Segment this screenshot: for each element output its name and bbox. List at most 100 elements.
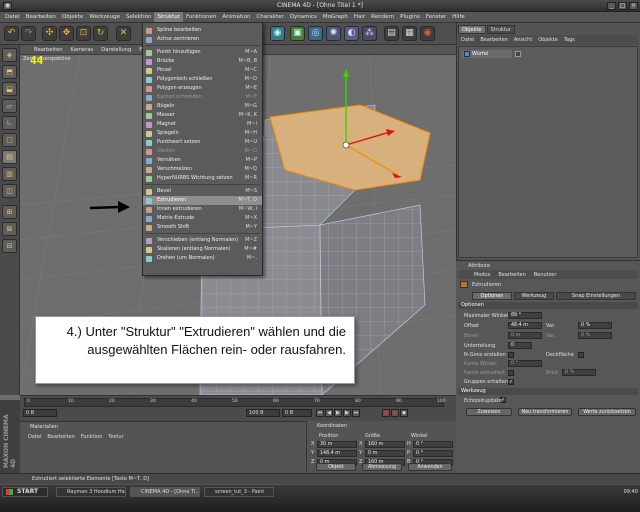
- visibility-dots-icon[interactable]: [515, 51, 521, 57]
- go-start-icon[interactable]: ⏮: [316, 409, 324, 417]
- deformer-icon[interactable]: ◐: [344, 26, 359, 41]
- scale-icon[interactable]: ⊡: [76, 26, 91, 41]
- menu-item-polygonloch-schließen[interactable]: Polygonloch schließen M~D: [143, 75, 262, 84]
- viewport-menu-darstellung[interactable]: Darstellung: [97, 47, 135, 53]
- coord-angle-p[interactable]: 0 °: [413, 450, 453, 457]
- y-axis-arrow-icon[interactable]: [343, 69, 349, 77]
- attribute-menu-benutzer[interactable]: Benutzer: [530, 272, 561, 278]
- live-selection-icon[interactable]: ✣: [42, 26, 57, 41]
- coord-position-x[interactable]: 30 m: [317, 441, 357, 448]
- bevel-field[interactable]: 0 m: [508, 332, 542, 339]
- timeline-ruler[interactable]: 0 10 20 30 40 50 60 70 80 90 100: [24, 398, 446, 407]
- menu-bearbeiten[interactable]: Bearbeiten: [23, 12, 59, 23]
- attribute-menu-bearbeiten[interactable]: Bearbeiten: [494, 272, 529, 278]
- x-axis-lock-icon[interactable]: ✕: [116, 26, 131, 41]
- materials-menu-textur[interactable]: Textur: [108, 434, 123, 440]
- menu-animation[interactable]: Animation: [219, 12, 253, 23]
- move-icon[interactable]: ✥: [59, 26, 74, 41]
- menu-item-innen-extrudieren[interactable]: Innen extrudieren M~W, I: [143, 205, 262, 214]
- tab-objekte[interactable]: Objekte: [458, 25, 486, 34]
- workplane-icon[interactable]: ⊠: [2, 222, 17, 236]
- edge-angle-field[interactable]: 0 °: [508, 360, 542, 367]
- coord-size-x[interactable]: 160 m: [365, 441, 405, 448]
- menu-item-spline-bearbeiten[interactable]: Spline bearbeiten: [143, 26, 262, 35]
- reset-values-button[interactable]: Werte zurücksetzen: [578, 408, 636, 416]
- play-icon[interactable]: ▶: [334, 409, 342, 417]
- menu-item-skalieren-entlang-normalen[interactable]: Skalieren (entlang Normalen) M~#: [143, 245, 262, 254]
- var2-field[interactable]: 0 %: [578, 332, 612, 339]
- materials-menu-datei[interactable]: Datei: [28, 434, 41, 440]
- menu-selektion[interactable]: Selektion: [123, 12, 155, 23]
- keyframe-icon[interactable]: ◆: [400, 409, 408, 417]
- locked-workplane-icon[interactable]: ⊟: [2, 239, 17, 253]
- object-menu-datei[interactable]: Datei: [458, 37, 477, 43]
- rotate-icon[interactable]: ↻: [93, 26, 108, 41]
- task-paint[interactable]: screen_tut_3 - Paint: [204, 487, 274, 497]
- coord-dimension-select[interactable]: Abmessung: [362, 463, 402, 471]
- particle-icon[interactable]: ✺: [326, 26, 341, 41]
- menu-item-bevel[interactable]: Bevel M~S: [143, 187, 262, 196]
- task-rayman[interactable]: Rayman 3 Hoodlum Ha...: [56, 487, 126, 497]
- menu-item-extrudieren[interactable]: Extrudieren M~T, D: [143, 196, 262, 205]
- subdivision-field[interactable]: 0: [508, 342, 532, 349]
- menu-item-magnet[interactable]: Magnet M~I: [143, 120, 262, 129]
- use-object-axis-icon[interactable]: ⬓: [2, 82, 17, 96]
- coord-angle-h[interactable]: 0 °: [413, 441, 453, 448]
- menu-item-punktwert-setzen[interactable]: Punktwert setzen M~U: [143, 138, 262, 147]
- menu-item-matrix-extrude[interactable]: Matrix-Extrude M~X: [143, 214, 262, 223]
- viewport-menu-bearbeiten[interactable]: Bearbeiten: [30, 47, 67, 53]
- groups-checkbox[interactable]: ✓: [508, 379, 514, 385]
- task-cinema4d[interactable]: CINEMA 4D - [Ohne Ti...: [130, 487, 200, 497]
- object-menu-tags[interactable]: Tags: [561, 37, 578, 43]
- next-frame-icon[interactable]: ▶: [343, 409, 351, 417]
- apply-button[interactable]: Anwenden: [408, 463, 452, 471]
- points-mode-icon[interactable]: ∟: [2, 116, 17, 130]
- tweak-mode-icon[interactable]: ◫: [2, 184, 17, 198]
- maximize-button[interactable]: □: [618, 2, 627, 10]
- cube-primitive-icon[interactable]: ▣: [290, 26, 305, 41]
- render-view-icon[interactable]: ◉: [270, 26, 285, 41]
- menu-item-smooth-shift[interactable]: Smooth Shift M~Y: [143, 223, 262, 232]
- record-icon[interactable]: ●: [382, 409, 390, 417]
- tab-options[interactable]: Optionen: [472, 292, 512, 300]
- menu-fenster[interactable]: Fenster: [423, 12, 449, 23]
- undo-icon[interactable]: ↶: [4, 26, 19, 41]
- tab-struktur[interactable]: Struktur: [486, 25, 515, 34]
- viewport-menu-kameras[interactable]: Kameras: [67, 47, 98, 53]
- ngons-checkbox[interactable]: [508, 352, 514, 358]
- gizmo-center[interactable]: [342, 141, 350, 149]
- use-model-icon[interactable]: ⬒: [2, 65, 17, 79]
- menu-item-verschmelzen[interactable]: Verschmelzen M~Q: [143, 165, 262, 174]
- snap-icon[interactable]: ⊞: [2, 205, 17, 219]
- object-menu-bearbeiten[interactable]: Bearbeiten: [477, 37, 510, 43]
- end-frame-field[interactable]: 100 B: [246, 409, 280, 417]
- camera-icon[interactable]: ▤: [384, 26, 399, 41]
- current-frame-field[interactable]: 0 B: [282, 409, 312, 417]
- redo-icon[interactable]: ↷: [21, 26, 36, 41]
- menu-datei[interactable]: Datei: [2, 12, 23, 23]
- offset-field[interactable]: 48.4 m: [508, 322, 542, 329]
- menu-item-messer[interactable]: Messer M~K, K: [143, 111, 262, 120]
- menu-funktionen[interactable]: Funktionen: [183, 12, 219, 23]
- menu-struktur[interactable]: Struktur: [154, 11, 183, 23]
- menu-item-brücke[interactable]: Brücke M~B, B: [143, 57, 262, 66]
- menu-objekte[interactable]: Objekte: [59, 12, 86, 23]
- menu-item-pinsel[interactable]: Pinsel M~C: [143, 66, 262, 75]
- edge-extrude-checkbox[interactable]: [508, 370, 514, 376]
- object-menu-ansicht[interactable]: Ansicht: [511, 37, 535, 43]
- polygons-mode-icon[interactable]: ▤: [2, 150, 17, 164]
- menu-item-achse-zentrieren[interactable]: Achse zentrieren: [143, 35, 262, 44]
- prev-frame-icon[interactable]: ◀: [325, 409, 333, 417]
- go-end-icon[interactable]: ⏭: [352, 409, 360, 417]
- menu-rendern[interactable]: Rendern: [368, 12, 397, 23]
- animation-mode-icon[interactable]: ▥: [2, 167, 17, 181]
- max-angle-field[interactable]: 89 °: [508, 312, 542, 319]
- start-frame-field[interactable]: 0 B: [23, 409, 57, 417]
- new-transform-button[interactable]: Neu transformieren: [518, 408, 572, 416]
- materials-menu-funktion[interactable]: Funktion: [81, 434, 102, 440]
- close-button[interactable]: ×: [629, 2, 638, 10]
- menu-item-spiegeln[interactable]: Spiegeln M~H: [143, 129, 262, 138]
- autokey-icon[interactable]: ◉: [391, 409, 399, 417]
- menu-charakter[interactable]: Charakter: [253, 12, 286, 23]
- coord-size-y[interactable]: 0 m: [365, 450, 405, 457]
